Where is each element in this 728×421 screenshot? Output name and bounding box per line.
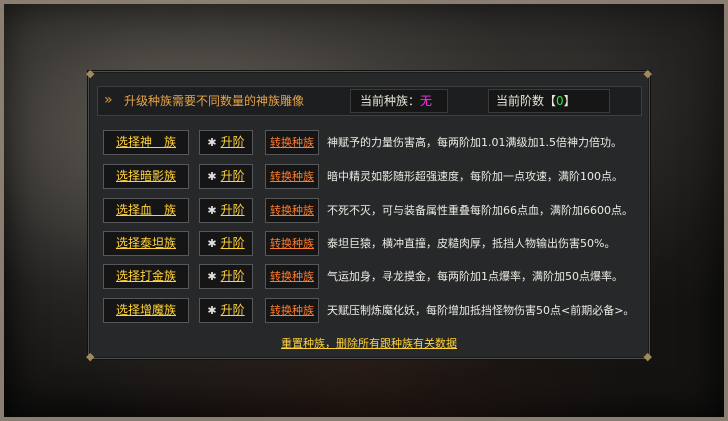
race-description: 不死不灭，可与装备属性重叠每阶加66点血，满阶加6600点。 [327, 204, 633, 217]
upgrade-button[interactable]: ✱ 升阶 [199, 164, 253, 189]
corner-ornament-icon: ◆ [643, 350, 652, 363]
convert-race-button[interactable]: 转换种族 [265, 164, 319, 189]
convert-race-button[interactable]: 转换种族 [265, 298, 319, 323]
upgrade-button[interactable]: ✱ 升阶 [199, 198, 253, 223]
convert-race-button[interactable]: 转换种族 [265, 130, 319, 155]
select-race-button[interactable]: 选择血 族 [103, 198, 189, 223]
reset-race-link[interactable]: 重置种族，删除所有跟种族有关数据 [89, 335, 649, 351]
upgrade-button[interactable]: ✱ 升阶 [199, 231, 253, 256]
panel-header: » 升级种族需要不同数量的神族雕像 当前种族：无 当前阶数【0】 [97, 86, 642, 116]
corner-ornament-icon: ◆ [86, 67, 95, 80]
select-race-button[interactable]: 选择暗影族 [103, 164, 189, 189]
race-description: 泰坦巨猿，横冲直撞，皮糙肉厚，抵挡人物输出伤害50%。 [327, 237, 616, 250]
race-description: 天赋压制炼魔化妖，每阶增加抵挡怪物伤害50点<前期必备>。 [327, 304, 635, 317]
upgrade-label: 升阶 [220, 135, 245, 149]
star-icon: ✱ [207, 304, 217, 317]
star-icon: ✱ [207, 237, 217, 250]
current-tier-value: 0 [556, 94, 564, 108]
current-tier-label: 当前阶数【0】 [496, 87, 576, 115]
corner-ornament-icon: ◆ [643, 67, 652, 80]
game-background: ◆ ◆ ◆ ◆ » 升级种族需要不同数量的神族雕像 当前种族：无 当前阶数【0】… [4, 4, 724, 417]
current-race-label-text: 当前种族： [360, 94, 421, 108]
convert-race-button[interactable]: 转换种族 [265, 264, 319, 289]
race-description: 神赋予的力量伤害高，每两阶加1.01满级加1.5倍神力倍功。 [327, 136, 622, 149]
race-upgrade-panel: ◆ ◆ ◆ ◆ » 升级种族需要不同数量的神族雕像 当前种族：无 当前阶数【0】… [86, 67, 652, 363]
double-chevron-right-icon: » [104, 92, 113, 108]
current-tier-label-text: 当前阶数【 [496, 94, 557, 108]
current-tier-suffix: 】 [563, 94, 576, 108]
corner-ornament-icon: ◆ [86, 350, 95, 363]
upgrade-button[interactable]: ✱ 升阶 [199, 130, 253, 155]
current-race-value: 无 [420, 94, 433, 108]
star-icon: ✱ [207, 136, 217, 149]
select-race-button[interactable]: 选择增魔族 [103, 298, 189, 323]
select-race-button[interactable]: 选择打金族 [103, 264, 189, 289]
upgrade-label: 升阶 [220, 303, 245, 317]
current-race-label: 当前种族：无 [360, 87, 432, 115]
star-icon: ✱ [207, 204, 217, 217]
race-description: 气运加身，寻龙摸金，每两阶加1点爆率，满阶加50点爆率。 [327, 270, 623, 283]
upgrade-label: 升阶 [220, 169, 245, 183]
convert-race-button[interactable]: 转换种族 [265, 231, 319, 256]
upgrade-label: 升阶 [220, 203, 245, 217]
upgrade-button[interactable]: ✱ 升阶 [199, 264, 253, 289]
star-icon: ✱ [207, 170, 217, 183]
upgrade-button[interactable]: ✱ 升阶 [199, 298, 253, 323]
upgrade-label: 升阶 [220, 236, 245, 250]
upgrade-notice: 升级种族需要不同数量的神族雕像 [124, 94, 305, 108]
star-icon: ✱ [207, 270, 217, 283]
race-description: 暗中精灵如影随形超强速度，每阶加一点攻速，满阶100点。 [327, 170, 623, 183]
select-race-button[interactable]: 选择泰坦族 [103, 231, 189, 256]
upgrade-label: 升阶 [220, 269, 245, 283]
convert-race-button[interactable]: 转换种族 [265, 198, 319, 223]
select-race-button[interactable]: 选择神 族 [103, 130, 189, 155]
